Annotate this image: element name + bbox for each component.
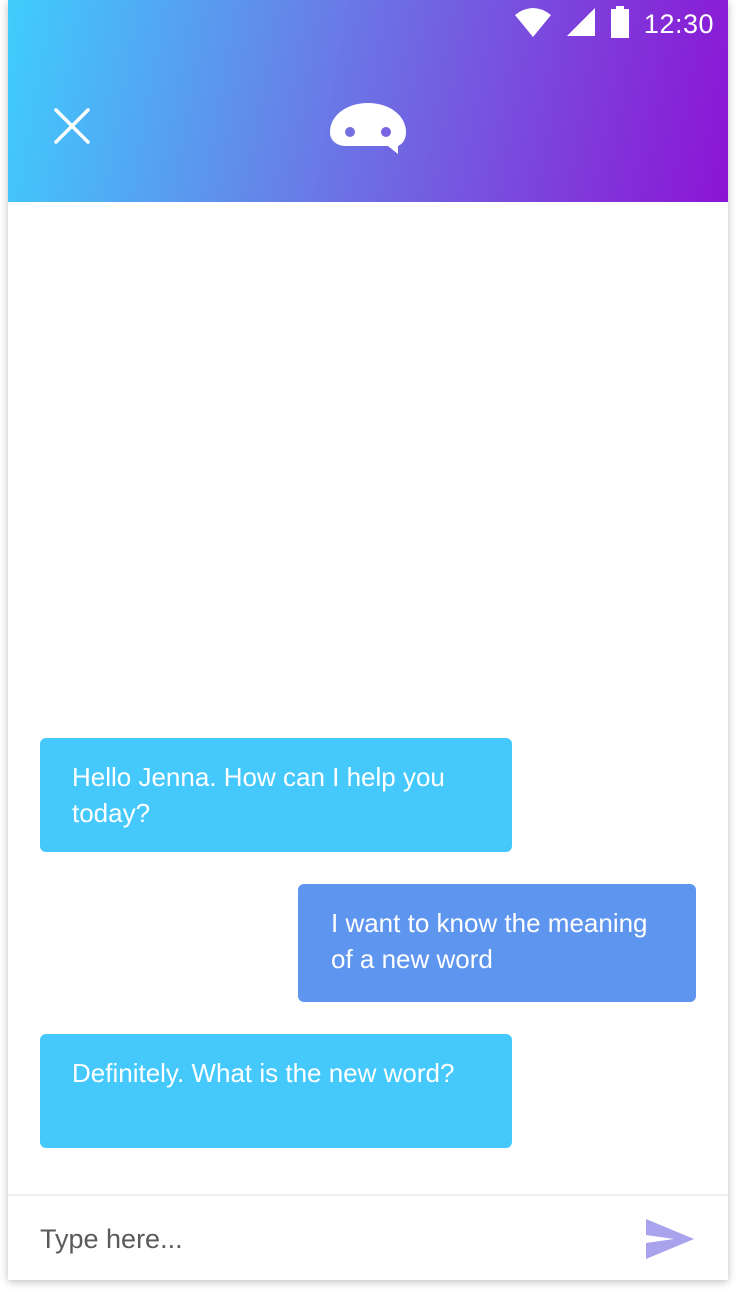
message-bubble-bot: Definitely. What is the new word? <box>40 1034 512 1148</box>
chat-screen: 12:30 Hello Jenna. How can I help you to… <box>8 0 728 1280</box>
wifi-icon <box>514 7 552 42</box>
signal-icon <box>566 7 596 42</box>
message-composer <box>8 1194 728 1280</box>
status-time: 12:30 <box>643 8 714 39</box>
message-list: Hello Jenna. How can I help you today? I… <box>8 202 728 1194</box>
close-icon <box>54 108 90 144</box>
message-bubble-user: I want to know the meaning of a new word <box>298 884 696 1002</box>
battery-icon <box>610 5 630 43</box>
close-button[interactable] <box>52 106 92 146</box>
message-bubble-bot: Hello Jenna. How can I help you today? <box>40 738 512 852</box>
message-input[interactable] <box>40 1216 620 1262</box>
send-icon <box>646 1219 694 1259</box>
send-button[interactable] <box>644 1216 696 1262</box>
status-bar: 12:30 <box>514 5 714 43</box>
app-header: 12:30 <box>8 0 728 202</box>
chat-bot-logo-icon <box>328 102 408 156</box>
